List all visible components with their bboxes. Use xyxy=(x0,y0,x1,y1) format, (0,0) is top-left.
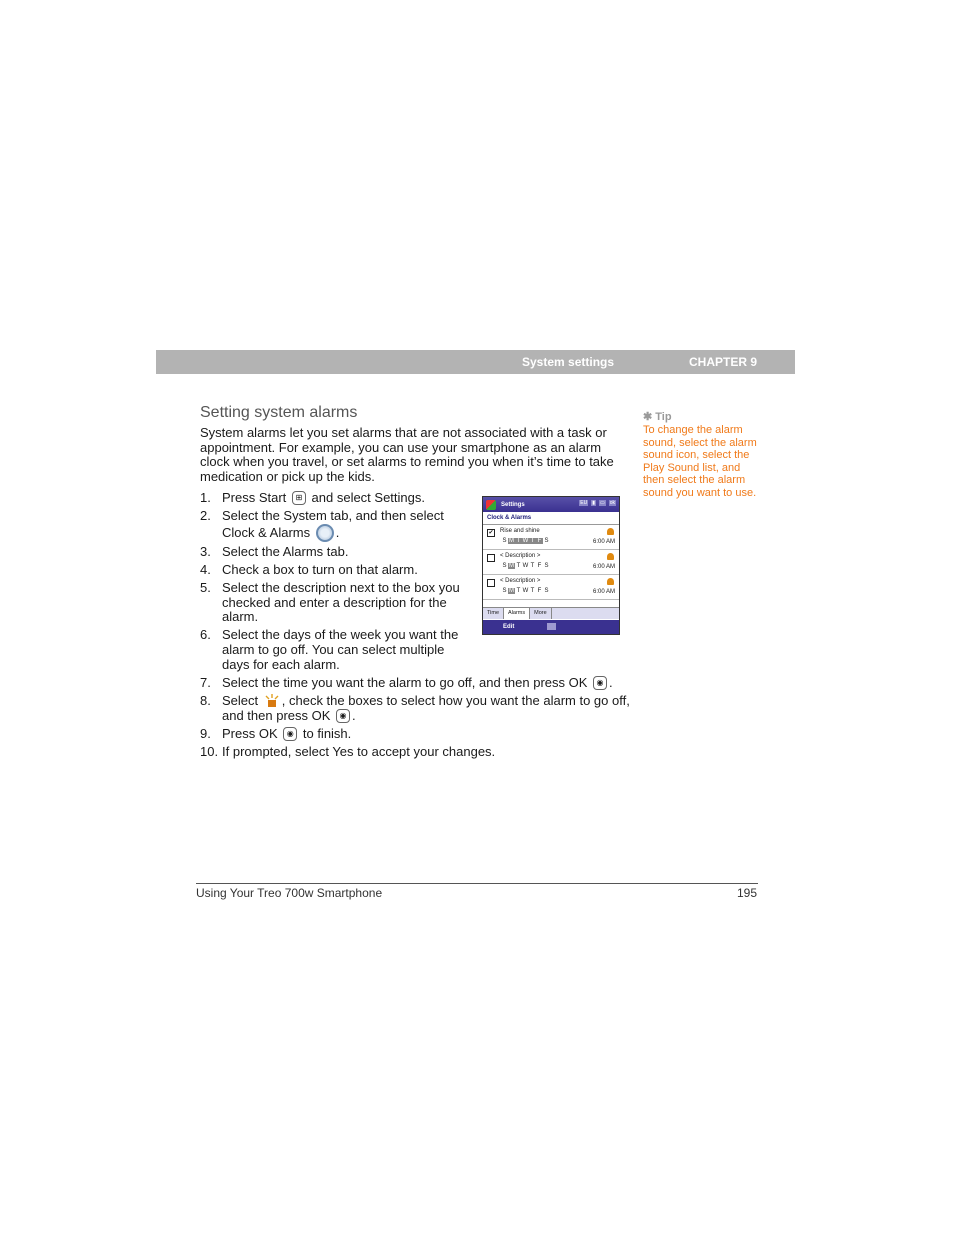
alarm-checkbox[interactable] xyxy=(487,579,495,587)
alarm-days: SMTWTFS xyxy=(501,563,550,569)
tab-time[interactable]: Time xyxy=(483,608,505,619)
footer-book-title: Using Your Treo 700w Smartphone xyxy=(196,886,383,900)
day-toggle[interactable]: W xyxy=(522,588,529,594)
section-name: System settings xyxy=(522,355,615,369)
phone-title-bar: Settings EU ▮ ▭ ok xyxy=(483,497,619,512)
day-toggle[interactable]: S xyxy=(501,563,508,569)
page-title: Setting system alarms xyxy=(200,404,358,421)
clock-alarms-icon xyxy=(315,523,334,542)
day-toggle[interactable]: S xyxy=(501,588,508,594)
phone-screenshot: Settings EU ▮ ▭ ok Clock & Alarms ✔ Rise … xyxy=(482,496,620,635)
intro-paragraph: System alarms let you set alarms that ar… xyxy=(200,425,614,485)
day-toggle[interactable]: M xyxy=(508,563,515,569)
day-toggle[interactable]: T xyxy=(515,563,522,569)
alarm-sound-icon[interactable] xyxy=(607,528,614,535)
day-toggle[interactable]: T xyxy=(529,588,536,594)
step-7: 7. Select the time you want the alarm to … xyxy=(200,674,613,690)
step-9: 9. Press OK ◉ to finish. xyxy=(200,725,352,741)
phone-status-icons: EU ▮ ▭ ok xyxy=(579,500,616,506)
alarm-description[interactable]: < Description > xyxy=(500,553,540,559)
start-icon: ⊞ xyxy=(291,491,306,505)
battery-icon: ▭ xyxy=(598,500,606,506)
day-toggle[interactable]: W xyxy=(522,563,529,569)
day-toggle[interactable]: T xyxy=(529,563,536,569)
phone-title: Settings xyxy=(501,501,525,508)
network-icon: EU xyxy=(579,500,589,506)
tab-more[interactable]: More xyxy=(530,608,552,619)
alarm-row: < Description > S M T W T F S 6:00 AM xyxy=(483,575,619,600)
phone-tabs: Time Alarms More xyxy=(483,607,619,619)
tip-label: ✱ Tip xyxy=(643,411,672,423)
alarm-description[interactable]: Rise and shine xyxy=(500,528,540,534)
phone-subtitle: Clock & Alarms xyxy=(483,512,619,525)
ok-button-icon: ◉ xyxy=(593,675,608,690)
page-number: 195 xyxy=(737,886,758,900)
step-10: 10. If prompted, select Yes to accept you… xyxy=(200,743,496,759)
day-toggle[interactable]: F xyxy=(536,538,543,544)
alarm-days: SMTWTFS xyxy=(501,538,550,544)
alarm-checkbox[interactable]: ✔ xyxy=(487,529,495,537)
day-toggle[interactable]: T xyxy=(515,538,522,544)
alarm-row: ✔ Rise and shine S M T W T F S 6:00 AM xyxy=(483,525,619,550)
day-toggle[interactable]: S xyxy=(543,563,550,569)
ok-button-icon: ◉ xyxy=(283,726,298,741)
day-toggle[interactable]: S xyxy=(501,538,508,544)
ok-icon[interactable]: ok xyxy=(608,500,616,506)
alarm-sound-icon xyxy=(265,693,279,707)
footer-divider xyxy=(196,883,758,884)
day-toggle[interactable]: S xyxy=(543,538,550,544)
day-toggle[interactable]: T xyxy=(529,538,536,544)
alarm-time[interactable]: 6:00 AM xyxy=(593,539,615,545)
day-toggle[interactable]: M xyxy=(508,588,515,594)
alarm-description[interactable]: < Description > xyxy=(500,578,540,584)
ok-button-icon: ◉ xyxy=(336,708,351,723)
day-toggle[interactable]: W xyxy=(522,538,529,544)
day-toggle[interactable]: S xyxy=(543,588,550,594)
step-6: 6. Select the days of the week you want t… xyxy=(200,627,459,672)
alarm-sound-icon[interactable] xyxy=(607,578,614,585)
day-toggle[interactable]: F xyxy=(536,588,543,594)
tab-alarms[interactable]: Alarms xyxy=(504,608,531,619)
step-3: 3. Select the Alarms tab. xyxy=(200,544,349,559)
signal-icon: ▮ xyxy=(591,500,596,506)
alarm-days: SMTWTFS xyxy=(501,588,550,594)
step-2: 2. Select the System tab, and then select… xyxy=(200,508,444,542)
alarm-row: < Description > S M T W T F S 6:00 AM xyxy=(483,550,619,575)
day-toggle[interactable]: T xyxy=(515,588,522,594)
step-4: 4. Check a box to turn on that alarm. xyxy=(200,562,418,577)
alarm-sound-icon[interactable] xyxy=(607,553,614,560)
windows-start-icon[interactable] xyxy=(486,499,496,510)
day-toggle[interactable]: F xyxy=(536,563,543,569)
keyboard-icon[interactable] xyxy=(547,623,556,630)
tip-text: To change the alarm sound, select the al… xyxy=(643,424,757,499)
alarm-checkbox[interactable] xyxy=(487,554,495,562)
edit-menu[interactable]: Edit xyxy=(503,620,514,634)
phone-menu-bar: Edit xyxy=(483,620,619,634)
alarm-time[interactable]: 6:00 AM xyxy=(593,564,615,570)
alarm-time[interactable]: 6:00 AM xyxy=(593,589,615,595)
step-5: 5. Select the description next to the box… xyxy=(200,580,460,625)
day-toggle[interactable]: M xyxy=(508,538,515,544)
chapter-label: CHAPTER 9 xyxy=(689,355,758,369)
step-8: 8. Select , check the boxes to select how… xyxy=(200,692,630,723)
step-1: 1. Press Start ⊞ and select Settings. xyxy=(200,490,425,505)
